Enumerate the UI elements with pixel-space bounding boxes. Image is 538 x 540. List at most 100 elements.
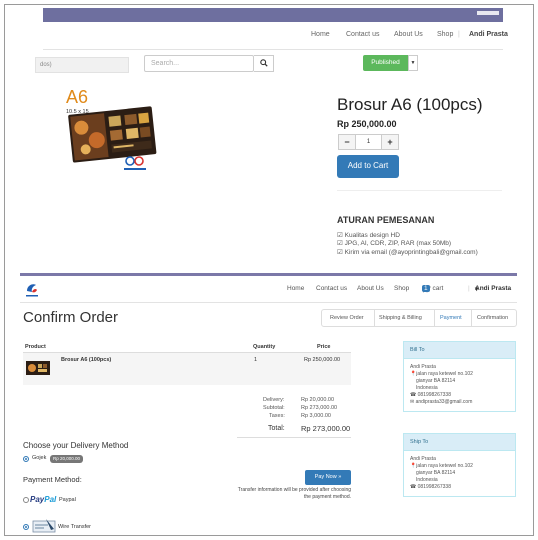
total-value: Rp 273,000.00	[301, 424, 351, 433]
payment-heading: Payment Method:	[23, 475, 82, 484]
divider	[20, 302, 517, 303]
delivery-option-label[interactable]: Gojek	[32, 455, 46, 461]
nav-home[interactable]: Home	[311, 31, 330, 38]
top-header-bar	[43, 8, 503, 22]
bill-to-phone: ☎ 081998267338	[410, 392, 451, 398]
step-payment[interactable]: Payment	[440, 315, 462, 321]
quantity-increase-button[interactable]: +	[381, 134, 399, 150]
divider	[374, 310, 375, 326]
divider	[434, 310, 435, 326]
search-input[interactable]: Search...	[144, 55, 254, 72]
nav-divider: |	[458, 31, 460, 38]
delivery-price-badge: Rp 20,000.00	[50, 455, 84, 463]
step-review-order[interactable]: Review Order	[330, 315, 364, 321]
ship-to-phone: ☎ 081998267338	[410, 484, 451, 490]
rule-item: ☑ JPG, AI, CDR, ZIP, RAR (max 50Mb)	[337, 240, 452, 248]
quantity-input[interactable]: 1	[356, 134, 381, 150]
bill-to-heading: Bill To	[404, 342, 515, 359]
bottom-nav: Home Contact us About Us Shop 🛒 My cart …	[287, 285, 512, 293]
line-item-quantity: 1	[254, 357, 258, 363]
bill-to-email: ✉ andiprasta33@gmail.com	[410, 399, 473, 405]
bill-to-country: Indonesia	[416, 385, 438, 391]
delivery-radio-gojek[interactable]	[23, 456, 29, 462]
top-nav: Home Contact us About Us Shop | Andi Pra…	[5, 31, 533, 41]
payment-radio-wire-transfer[interactable]	[23, 524, 29, 530]
top-header-accent	[477, 11, 499, 15]
nav-shop[interactable]: Shop	[394, 285, 409, 292]
ship-to-city: gianyar BA 82114	[416, 470, 456, 476]
rules-heading: ATURAN PEMESANAN	[337, 215, 435, 225]
wire-transfer-icon	[32, 517, 56, 535]
cart-count-badge: 1	[422, 285, 430, 292]
bill-to-city: gianyar BA 82114	[416, 378, 456, 384]
user-menu[interactable]: Andi Prasta	[469, 31, 508, 38]
line-item-thumbnail	[25, 358, 51, 378]
divider	[237, 437, 351, 438]
add-to-cart-button[interactable]: Add to Cart	[337, 155, 399, 178]
search-icon	[259, 59, 268, 67]
filter-select[interactable]: dos)	[35, 57, 129, 73]
taxes-value: Rp 3,000.00	[301, 413, 331, 419]
rule-item: ☑ Kirim via email (@ayoprintingbali@gmai…	[337, 248, 478, 256]
ship-to-name: Andi Prasta	[410, 456, 436, 462]
product-image: A6 10.5 x 15	[60, 85, 170, 175]
envelope-icon: ✉	[410, 399, 415, 405]
published-dropdown-toggle[interactable]: ▼	[408, 55, 418, 71]
checkbox-icon: ☑	[337, 232, 343, 239]
checkbox-icon: ☑	[337, 248, 343, 256]
paypal-logo: PayPal	[30, 495, 57, 504]
column-header-product: Product	[25, 344, 46, 350]
bill-to-address: 📍jalan raya ketewel no.102	[410, 371, 473, 377]
ship-to-heading: Ship To	[404, 434, 515, 451]
column-header-quantity: Quantity	[253, 344, 276, 350]
transfer-info-text: Transfer information will be provided af…	[237, 487, 351, 500]
bill-to-name: Andi Prasta	[410, 364, 436, 370]
product-price: Rp 250,000.00	[337, 119, 397, 129]
nav-home[interactable]: Home	[287, 285, 304, 292]
nav-shop[interactable]: Shop	[437, 31, 453, 38]
delivery-value: Rp 20,000.00	[301, 397, 335, 403]
user-menu[interactable]: Andi Prasta ▾	[475, 285, 511, 293]
wire-transfer-label[interactable]: Wire Transfer	[58, 524, 91, 530]
column-header-price: Price	[317, 344, 331, 350]
taxes-label: Taxes:	[269, 413, 285, 419]
quantity-decrease-button[interactable]: −	[338, 134, 356, 150]
payment-radio-paypal[interactable]	[23, 497, 29, 503]
divider	[43, 49, 503, 50]
flyer-illustration: A6 10.5 x 15	[66, 87, 157, 170]
checkout-steps: Review Order Shipping & Billing Payment …	[321, 309, 517, 327]
ship-to-country: Indonesia	[416, 477, 438, 483]
nav-divider: |	[468, 285, 470, 292]
bill-to-panel: Bill To Andi Prasta 📍jalan raya ketewel …	[403, 341, 516, 412]
nav-contact[interactable]: Contact us	[316, 285, 347, 292]
screenshot-frame: Home Contact us About Us Shop | Andi Pra…	[4, 4, 534, 536]
line-item-price: Rp 250,000.00	[304, 357, 341, 363]
nav-contact[interactable]: Contact us	[346, 31, 379, 38]
rules-list: ☑ Kualitas design HD ☑ JPG, AI, CDR, ZIP…	[337, 232, 478, 257]
subtotal-value: Rp 273,000.00	[301, 405, 338, 411]
phone-icon: ☎	[410, 392, 417, 398]
delivery-heading: Choose your Delivery Method	[23, 441, 129, 450]
screenshot-separator	[20, 273, 517, 276]
search-button[interactable]	[254, 55, 274, 72]
published-button[interactable]: Published	[363, 55, 408, 71]
divider	[337, 190, 502, 191]
total-label: Total:	[268, 425, 285, 432]
pay-now-button[interactable]: Pay Now »	[305, 470, 351, 485]
page-title: Confirm Order	[23, 309, 119, 326]
product-title: Brosur A6 (100pcs)	[337, 95, 483, 114]
flyer-thumbnail	[26, 361, 50, 375]
subtotal-label: Subtotal:	[263, 405, 285, 411]
step-confirmation[interactable]: Confirmation	[477, 315, 508, 321]
phone-icon: ☎	[410, 484, 417, 490]
ship-to-panel: Ship To Andi Prasta 📍jalan raya ketewel …	[403, 433, 516, 497]
checkbox-icon: ☑	[337, 240, 343, 248]
paypal-label[interactable]: Paypal	[59, 497, 76, 503]
step-shipping-billing[interactable]: Shipping & Billing	[379, 315, 422, 321]
nav-about[interactable]: About Us	[357, 285, 384, 292]
delivery-label: Delivery:	[263, 397, 285, 403]
line-item-name: Brosur A6 (100pcs)	[61, 357, 112, 363]
nav-about[interactable]: About Us	[394, 31, 423, 38]
ship-to-address: 📍jalan raya ketewel no.102	[410, 463, 473, 469]
divider	[471, 310, 472, 326]
